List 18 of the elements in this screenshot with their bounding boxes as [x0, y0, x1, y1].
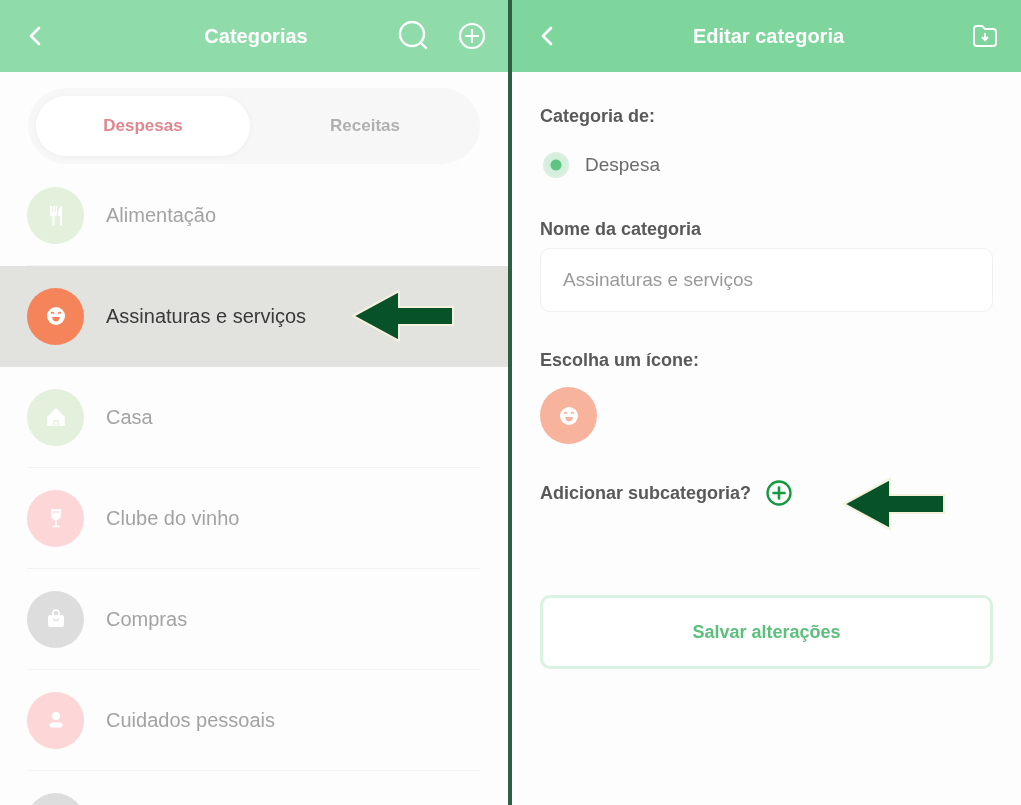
tab[interactable]: Despesas [36, 96, 250, 156]
field-label: Nome da categoria [540, 219, 702, 240]
tab[interactable]: Receitas [258, 96, 472, 156]
category-item[interactable]: Assinaturas e serviços [0, 266, 508, 367]
folder-download-icon[interactable] [971, 22, 999, 50]
add-icon[interactable] [458, 22, 486, 50]
add-icon[interactable] [765, 479, 794, 507]
field-label: Adicionar subcategoria? [540, 482, 752, 504]
icon-choice[interactable] [540, 387, 597, 444]
field-label: Escolha um ícone: [540, 350, 700, 371]
save-button[interactable]: Salvar alterações [540, 595, 993, 669]
input-field[interactable]: Assinaturas e serviços [540, 248, 993, 312]
radio-button[interactable] [543, 152, 569, 178]
radio-label: Despesa [585, 154, 660, 176]
search-icon[interactable] [398, 20, 430, 52]
field-label: Categoria de: [540, 106, 656, 127]
screen-title: Editar categoria [692, 24, 845, 48]
screen-title: Categorias [204, 24, 308, 48]
